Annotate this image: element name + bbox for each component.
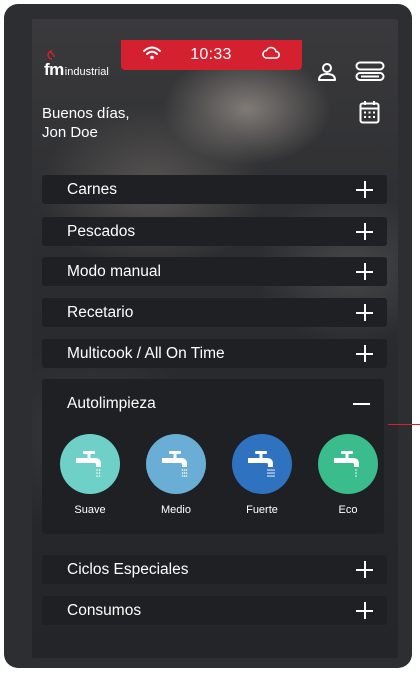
menu-item-label: Recetario [67, 303, 134, 321]
minus-icon [353, 396, 370, 413]
menu-item-carnes[interactable]: Carnes [42, 175, 387, 204]
plus-icon [356, 561, 373, 578]
storage-icon[interactable] [355, 61, 385, 88]
menu-item-consumos[interactable]: Consumos [42, 596, 387, 625]
calendar-icon[interactable] [359, 100, 380, 129]
menu-item-label: Modo manual [67, 262, 161, 280]
cleaning-programs: Suave Medio Fuerte Eco [42, 434, 384, 524]
plus-icon [356, 263, 373, 280]
user-icon[interactable] [317, 62, 337, 87]
greeting-line: Buenos días, [42, 105, 130, 122]
program-suave[interactable]: Suave [50, 434, 130, 516]
plus-icon [356, 602, 373, 619]
program-fuerte[interactable]: Fuerte [222, 434, 302, 516]
faucet-icon [232, 434, 292, 494]
program-label: Suave [74, 504, 106, 516]
program-label: Medio [161, 504, 191, 516]
section-autolimpieza: Autolimpieza Suave Medio Fuerte Eco [42, 379, 384, 534]
menu-item-label: Ciclos Especiales [67, 560, 189, 578]
brand-mark-text: fm [44, 60, 64, 79]
faucet-icon [318, 434, 378, 494]
plus-icon [356, 181, 373, 198]
status-time: 10:33 [190, 46, 232, 63]
plus-icon [356, 223, 373, 240]
faucet-icon [60, 434, 120, 494]
greeting: Buenos días, Jon Doe [42, 104, 130, 142]
brand-mark: fm [44, 50, 64, 80]
menu-item-modo-manual[interactable]: Modo manual [42, 257, 387, 286]
program-eco[interactable]: Eco [308, 434, 388, 516]
program-label: Fuerte [246, 504, 278, 516]
program-medio[interactable]: Medio [136, 434, 216, 516]
program-label: Eco [338, 504, 358, 516]
brand-text: industrial [64, 66, 109, 78]
menu-item-ciclos-especiales[interactable]: Ciclos Especiales [42, 555, 387, 584]
plus-icon [356, 304, 373, 321]
menu-item-label: Carnes [67, 180, 117, 198]
menu-item-label: Consumos [67, 601, 142, 619]
brand-logo: fm industrial [44, 50, 109, 80]
plus-icon [356, 345, 373, 362]
side-indicator-line [388, 424, 420, 425]
menu-item-label: Pescados [67, 222, 136, 240]
menu-item-multicook[interactable]: Multicook / All On Time [42, 339, 387, 368]
wifi-icon [143, 46, 161, 65]
menu-item-recetario[interactable]: Recetario [42, 298, 387, 327]
section-header-autolimpieza[interactable]: Autolimpieza [42, 379, 384, 429]
section-label: Autolimpieza [67, 395, 156, 412]
menu-item-label: Multicook / All On Time [67, 344, 225, 362]
flame-icon [47, 50, 55, 60]
faucet-icon [146, 434, 206, 494]
status-bar: 10:33 [121, 40, 302, 70]
menu-item-pescados[interactable]: Pescados [42, 217, 387, 246]
cloud-icon [261, 46, 280, 64]
user-name: Jon Doe [42, 124, 98, 141]
